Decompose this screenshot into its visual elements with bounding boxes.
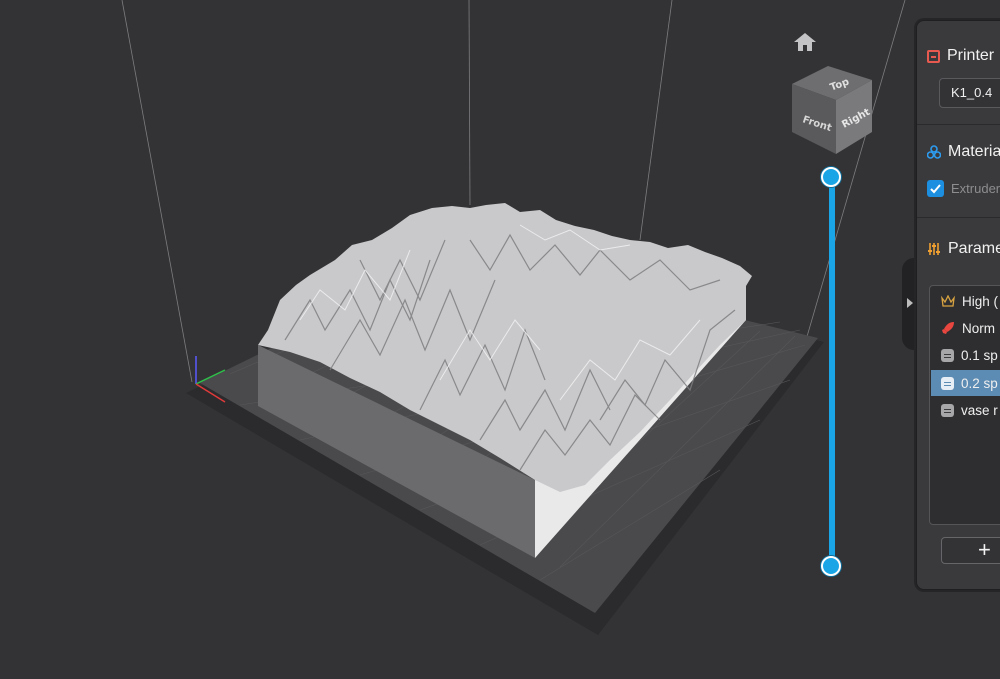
crown-icon (941, 295, 955, 307)
rocket-icon (942, 322, 954, 334)
home-icon (794, 33, 816, 51)
printer-section-header: Printer (927, 47, 994, 65)
section-divider (917, 124, 1000, 125)
material-icon (927, 145, 941, 159)
section-divider (917, 217, 1000, 218)
slider-top-handle[interactable] (821, 167, 841, 187)
view-cube-graphic: Top Front Right (792, 66, 872, 154)
sliders-icon (928, 243, 940, 255)
preset-label: vase r (961, 402, 998, 418)
preset-label: 0.1 sp (961, 347, 998, 363)
parameters-section-title: Parame (948, 240, 1000, 257)
preset-item[interactable]: vase r (931, 397, 1000, 423)
document-icon (941, 376, 954, 390)
preset-list: High ( Norm 0.1 sp 0.2 sp vase r (929, 285, 1000, 525)
frame-line (121, 0, 193, 383)
preset-item-selected[interactable]: 0.2 sp (931, 370, 1000, 396)
home-view-button[interactable] (792, 31, 818, 53)
slider-track[interactable] (829, 176, 835, 568)
document-icon (941, 403, 954, 417)
frame-line (639, 0, 673, 241)
preset-label: Norm (962, 320, 995, 336)
preset-label: High ( (962, 293, 999, 309)
add-preset-button[interactable]: + (941, 537, 1000, 564)
document-icon (941, 348, 954, 362)
layer-range-slider[interactable] (820, 166, 844, 578)
preset-item[interactable]: High ( (931, 288, 1000, 314)
slider-bottom-handle[interactable] (821, 556, 841, 576)
material-section-header: Materia (927, 143, 1000, 161)
extruder-label: Extruder (951, 181, 1000, 196)
printer-select[interactable]: K1_0.4 (939, 78, 1000, 108)
material-section-title: Materia (948, 143, 1000, 160)
settings-panel: Printer K1_0.4 Materia Extruder Parame H… (916, 20, 1000, 590)
view-cube[interactable]: Top Front Right (788, 62, 878, 162)
chevron-right-icon (907, 298, 913, 308)
extruder-checkbox[interactable] (927, 180, 944, 197)
parameters-section-header: Parame (927, 240, 1000, 258)
frame-line (468, 0, 471, 206)
checkmark-icon (930, 184, 941, 194)
printer-section-title: Printer (947, 47, 995, 64)
preset-item[interactable]: Norm (931, 315, 1000, 341)
preset-item[interactable]: 0.1 sp (931, 342, 1000, 368)
printer-icon (927, 49, 940, 63)
preset-label: 0.2 sp (961, 375, 998, 391)
